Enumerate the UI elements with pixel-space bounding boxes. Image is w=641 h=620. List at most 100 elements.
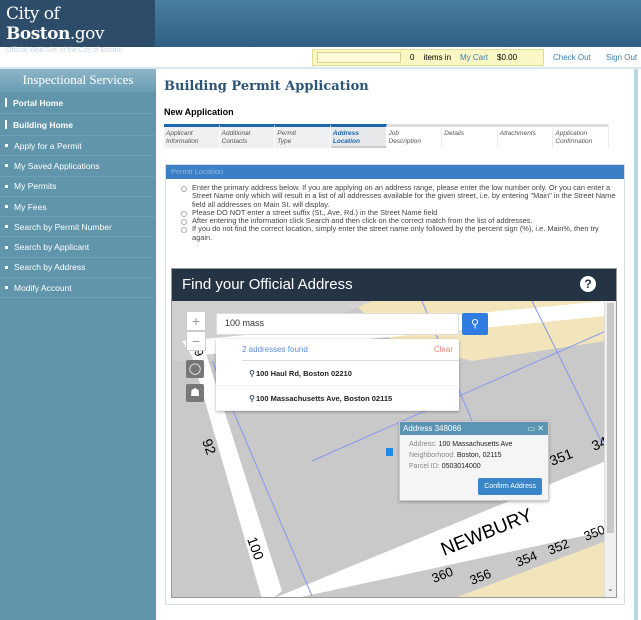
step-label: Contacts: [221, 138, 248, 145]
step-job-description: Job Description: [386, 124, 443, 148]
widget-titlebar: Find your Official Address?: [172, 269, 616, 301]
sidebar-item-label: Search by Permit Number: [14, 221, 112, 232]
sidebar-item-saved-applications[interactable]: My Saved Applications: [0, 156, 156, 177]
search-icon: ⚲: [470, 318, 480, 330]
my-cart-link[interactable]: My Cart: [460, 53, 488, 62]
zoom-out-button[interactable]: −: [186, 331, 206, 351]
sidebar-title: Inspectional Services: [0, 69, 156, 92]
right-edge-strip: [634, 69, 638, 620]
panel-title: Permit Location: [166, 165, 624, 179]
result-item[interactable]: ⚲ 100 Massachusetts Ave, Boston 02115: [216, 386, 459, 411]
clear-button[interactable]: Clear: [434, 345, 453, 354]
step-label: Permit: [277, 130, 297, 137]
sidebar-item-search-permit[interactable]: Search by Permit Number: [0, 217, 156, 238]
page-subtitle: New Application: [164, 107, 234, 117]
address-search-input[interactable]: 100 mass: [216, 313, 459, 335]
sidebar-item-label: My Fees: [14, 201, 47, 212]
step-label: Additional: [221, 130, 251, 137]
search-results: 2 addresses found Clear ⚲ 100 Haul Rd, Bos…: [216, 339, 459, 411]
sidebar-item-label: Search by Applicant: [14, 242, 90, 253]
sidebar-item-label: Search by Address: [14, 262, 86, 273]
step-address-location[interactable]: Address Location: [330, 124, 387, 148]
logo-gov: .gov: [69, 24, 105, 44]
address-finder-widget: Find your Official Address? 92 100 9 351…: [171, 268, 617, 598]
cart-count: 0: [410, 53, 415, 62]
sidebar-item-label: My Saved Applications: [14, 160, 100, 171]
step-label: Details: [444, 130, 464, 137]
map-pin-icon: ⚲: [249, 393, 255, 403]
parcel-label: Parcel ID:: [409, 463, 440, 470]
signout-link[interactable]: Sign Out: [606, 53, 637, 62]
city-logo[interactable]: City of Boston.gov Official Web Site of …: [0, 0, 155, 54]
site-header: City of Boston.gov Official Web Site of …: [0, 0, 641, 54]
step-tabs: Applicant Information Additional Contacts …: [164, 124, 609, 148]
step-application-confirmation: Application Confirmation: [553, 124, 609, 148]
scrollbar[interactable]: ⌄: [604, 301, 616, 597]
sidebar-item-label: Modify Account: [14, 282, 72, 293]
locate-icon[interactable]: ◯: [186, 360, 204, 378]
step-label: Application: [555, 130, 588, 137]
results-count: 2 addresses found: [242, 345, 308, 354]
step-attachments: Attachments: [497, 124, 554, 148]
logo-city: City of: [6, 4, 60, 24]
parcel-value: 0503014000: [441, 463, 481, 470]
neighborhood-label: Neighborhood:: [409, 452, 455, 459]
street-view-icon[interactable]: ☗: [186, 384, 204, 402]
map[interactable]: 92 100 9 351 34 NEWBURY 360 356 354 352 …: [172, 300, 610, 597]
sidebar-item-my-fees[interactable]: My Fees: [0, 197, 156, 218]
result-item[interactable]: ⚲ 100 Haul Rd, Boston 02210: [216, 361, 459, 386]
tagline: Official Web Site of the City of Boston: [6, 47, 123, 54]
sidebar-item-search-address[interactable]: Search by Address: [0, 258, 156, 279]
sidebar-item-search-applicant[interactable]: Search by Applicant: [0, 237, 156, 258]
cart-items-label: items in: [423, 53, 452, 62]
chevron-down-icon[interactable]: ⌄: [607, 584, 614, 593]
cart-bar: 0 items in My Cart $0.00: [312, 49, 544, 66]
step-permit-type[interactable]: Permit Type: [275, 124, 331, 148]
step-applicant-information[interactable]: Applicant Information: [164, 124, 220, 148]
instruction-item: Enter the primary address below. If you …: [180, 183, 616, 209]
confirm-address-button[interactable]: Confirm Address: [478, 478, 542, 495]
help-icon[interactable]: ?: [580, 276, 596, 292]
step-label: Applicant: [166, 130, 193, 137]
instruction-item: If you do not find the correct location,…: [180, 225, 616, 242]
location-marker-icon[interactable]: [386, 448, 393, 456]
step-label: Attachments: [499, 130, 536, 137]
step-additional-contacts[interactable]: Additional Contacts: [219, 124, 276, 148]
neighborhood-value: Boston, 02115: [456, 452, 502, 459]
close-icon[interactable]: ✕: [537, 424, 544, 433]
page-title: Building Permit Application: [164, 79, 369, 94]
step-label: Type: [277, 138, 292, 145]
address-value: 100 Massachusetts Ave: [438, 441, 513, 448]
cart-field: [317, 52, 401, 63]
scrollbar-thumb[interactable]: [607, 303, 614, 533]
zoom-in-button[interactable]: +: [186, 311, 206, 331]
sidebar-item-my-permits[interactable]: My Permits: [0, 177, 156, 197]
address-label: Address:: [409, 441, 437, 448]
instructions: Enter the primary address below. If you …: [166, 179, 624, 242]
sidebar-item-label: Portal Home: [13, 97, 64, 108]
sidebar: Inspectional Services Portal Home Buildi…: [0, 69, 156, 620]
sidebar-item-building-home[interactable]: Building Home: [0, 114, 156, 136]
checkout-link[interactable]: Check Out: [553, 53, 591, 62]
step-label: Address: [332, 130, 359, 137]
search-button[interactable]: ⚲: [462, 313, 488, 335]
sidebar-item-modify-account[interactable]: Modify Account: [0, 278, 156, 299]
sidebar-item-label: My Permits: [14, 181, 57, 192]
step-details: Details: [442, 124, 498, 148]
result-label: 100 Haul Rd, Boston 02210: [256, 368, 352, 378]
logo-boston: Boston: [6, 24, 70, 44]
sidebar-item-label: Building Home: [13, 119, 73, 130]
map-pin-icon: ⚲: [249, 368, 255, 378]
step-label: Confirmation: [555, 138, 593, 145]
widget-title: Find your Official Address: [182, 276, 353, 293]
step-label: Location: [332, 138, 360, 145]
step-label: Description: [388, 138, 422, 145]
maximize-icon[interactable]: ▭: [528, 424, 536, 433]
sidebar-item-label: Apply for a Permit: [14, 140, 82, 151]
sidebar-item-apply[interactable]: Apply for a Permit: [0, 136, 156, 157]
popup-title: Address 348066: [403, 424, 462, 433]
cart-total: $0.00: [497, 53, 518, 62]
step-label: Job: [388, 130, 399, 137]
sidebar-item-portal-home[interactable]: Portal Home: [0, 92, 156, 114]
step-label: Information: [166, 138, 199, 145]
